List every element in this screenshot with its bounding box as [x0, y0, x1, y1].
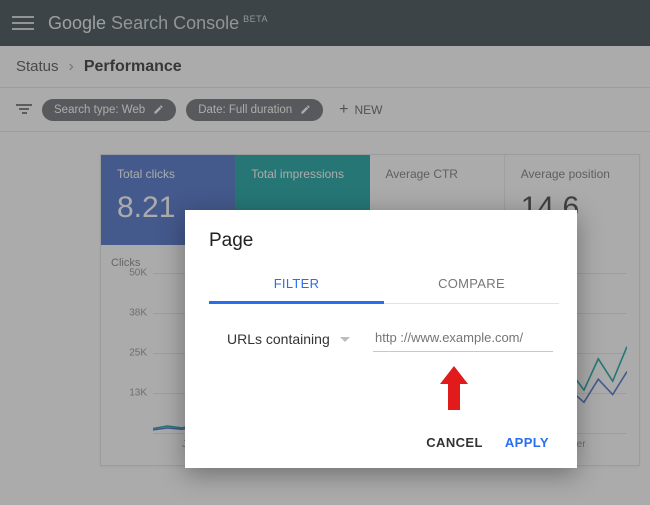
urls-containing-select[interactable]: URLs containing [227, 331, 365, 347]
tab-filter[interactable]: FILTER [209, 266, 384, 304]
url-input[interactable] [373, 326, 553, 352]
dialog-actions: CANCEL APPLY [209, 417, 559, 454]
cancel-button[interactable]: CANCEL [426, 435, 483, 450]
filter-row: URLs containing [209, 304, 559, 358]
apply-button[interactable]: APPLY [505, 435, 549, 450]
select-label: URLs containing [227, 331, 330, 347]
dialog-tabs: FILTER COMPARE [209, 266, 559, 304]
page-filter-dialog: Page FILTER COMPARE URLs containing CANC… [185, 210, 577, 468]
pointer-arrow [209, 358, 559, 417]
dialog-title: Page [209, 230, 559, 252]
arrow-up-icon [440, 366, 468, 415]
chevron-down-icon [340, 337, 350, 342]
tab-compare[interactable]: COMPARE [384, 266, 559, 304]
